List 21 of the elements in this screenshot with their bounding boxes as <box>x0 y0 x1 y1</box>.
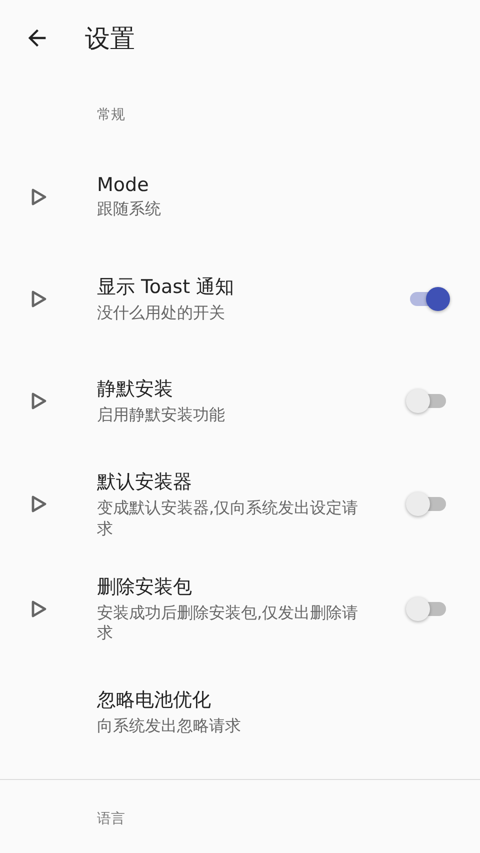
setting-summary: 安装成功后删除安装包,仅发出删除请求 <box>97 602 360 644</box>
setting-title: 静默安装 <box>97 377 174 402</box>
setting-title: 删除安装包 <box>97 574 193 600</box>
section-header: 常规 <box>96 106 126 125</box>
setting-row[interactable]: 显示 Toast 通知 没什么用处的开关 <box>0 248 480 350</box>
setting-summary: 变成默认安装器,仅向系统发出设定请求 <box>97 498 360 540</box>
setting-summary: 跟随系统 <box>97 199 162 220</box>
setting-summary: 启用静默安装功能 <box>97 405 226 426</box>
section-header: 语言 <box>96 810 126 830</box>
setting-title: Mode <box>97 174 150 196</box>
setting-row[interactable]: 忽略电池优化 向系统发出忽略请求 <box>0 661 480 764</box>
setting-row[interactable]: 默认安装器 变成默认安装器,仅向系统发出设定请求 <box>0 452 480 557</box>
page-title: 设置 <box>85 22 135 54</box>
setting-title: 默认安装器 <box>97 470 193 495</box>
setting-summary: 没什么用处的开关 <box>97 303 226 324</box>
setting-summary: 向系统发出忽略请求 <box>97 716 242 738</box>
setting-row[interactable]: Mode 跟随系统 <box>0 146 480 248</box>
setting-title: 显示 Toast 通知 <box>97 275 236 300</box>
setting-title: 忽略电池优化 <box>97 688 212 714</box>
setting-row[interactable]: 静默安装 启用静默安装功能 <box>0 350 480 452</box>
setting-row[interactable]: 删除安装包 安装成功后删除安装包,仅发出删除请求 <box>0 556 480 662</box>
